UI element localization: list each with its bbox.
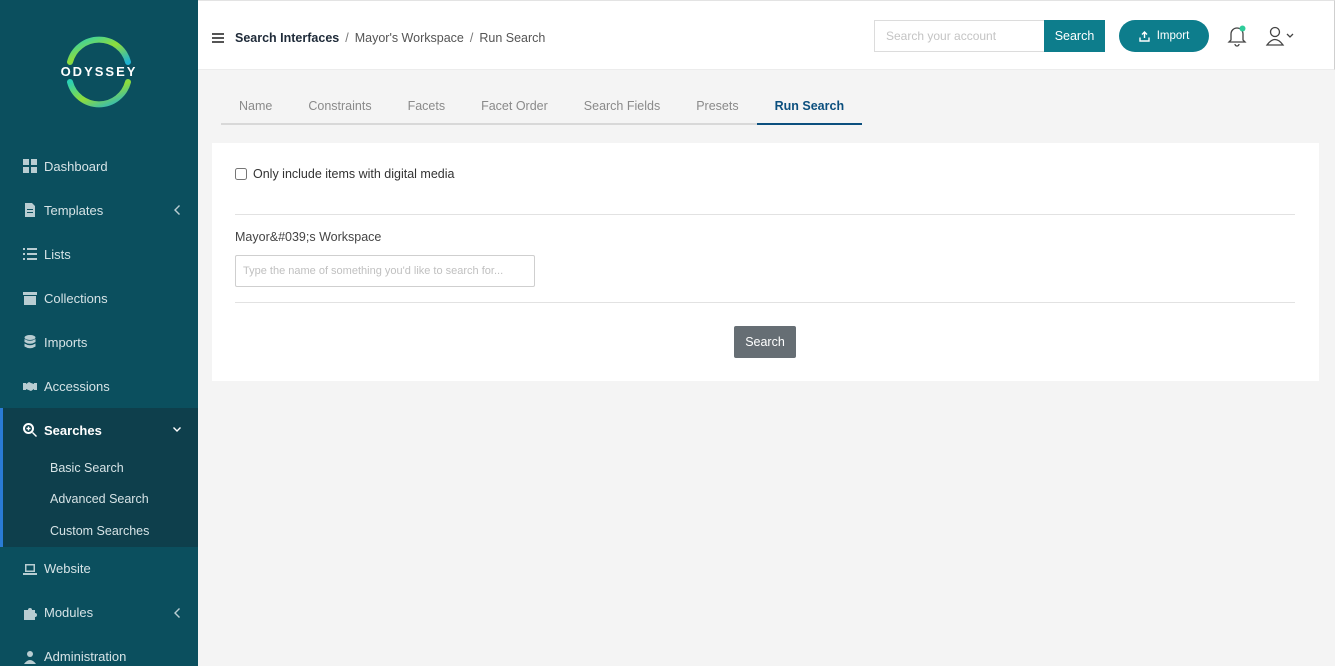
tab-search-fields[interactable]: Search Fields [566, 88, 678, 123]
tab-run-search[interactable]: Run Search [756, 88, 863, 125]
workspace-field-label: Mayor&#039;s Workspace [235, 230, 382, 244]
dashboard-icon [22, 158, 38, 174]
run-search-button[interactable]: Search [734, 326, 796, 358]
sidebar-subitem-basic-search[interactable]: Basic Search [3, 452, 198, 484]
digital-media-checkbox[interactable] [235, 168, 247, 180]
import-button-label: Import [1156, 30, 1190, 42]
sidebar-subitem-custom-searches[interactable]: Custom Searches [3, 515, 198, 547]
sidebar-item-searches[interactable]: Searches [3, 408, 198, 452]
breadcrumb-item-run-search: Run Search [479, 31, 546, 45]
digital-media-checkbox-row[interactable]: Only include items with digital media [235, 167, 454, 181]
upload-icon [1139, 30, 1150, 42]
sidebar: ODYSSEY Dashboard Templates Lists Collec… [0, 0, 198, 666]
breadcrumb: Search Interfaces / Mayor's Workspace / Run … [235, 31, 545, 45]
breadcrumb-separator: / [345, 31, 349, 45]
import-button[interactable]: Import [1119, 20, 1209, 52]
logo-text: ODYSSEY [60, 64, 138, 79]
breadcrumb-item-workspace[interactable]: Mayor's Workspace [355, 31, 464, 45]
sidebar-item-imports[interactable]: Imports [0, 320, 198, 364]
sidebar-item-accessions[interactable]: Accessions [0, 364, 198, 408]
chevron-left-icon [172, 606, 182, 620]
tab-constraints[interactable]: Constraints [290, 88, 389, 123]
puzzle-icon [22, 605, 38, 621]
breadcrumb-separator: / [469, 31, 474, 45]
notification-bell-icon[interactable] [1227, 25, 1247, 47]
tab-presets[interactable]: Presets [678, 88, 756, 123]
user-menu-icon[interactable] [1265, 25, 1299, 47]
odyssey-logo[interactable]: ODYSSEY [56, 28, 142, 114]
digital-media-checkbox-label: Only include items with digital media [253, 167, 455, 181]
sidebar-item-label: Collections [44, 290, 108, 306]
laptop-icon [22, 561, 38, 577]
sidebar-item-website[interactable]: Website [0, 547, 198, 591]
user-icon [22, 649, 38, 665]
database-icon [22, 334, 38, 350]
tab-bar: Name Constraints Facets Facet Order Sear… [221, 88, 863, 125]
sidebar-item-administration[interactable]: Administration [0, 635, 198, 666]
sidebar-item-label: Administration [44, 649, 127, 664]
sidebar-item-label: Website [44, 561, 91, 576]
sidebar-item-label: Imports [44, 334, 88, 350]
archive-icon [22, 290, 38, 306]
sidebar-item-label: Modules [44, 605, 94, 620]
sidebar-item-collections[interactable]: Collections [0, 276, 198, 320]
sidebar-item-label: Dashboard [44, 158, 108, 174]
workspace-search-input[interactable] [235, 255, 535, 287]
search-plus-icon [22, 422, 38, 438]
sidebar-subitem-advanced-search[interactable]: Advanced Search [3, 484, 198, 516]
divider [235, 214, 1295, 215]
sidebar-item-label: Accessions [44, 378, 110, 394]
chevron-down-icon [172, 423, 182, 437]
tab-name[interactable]: Name [221, 88, 290, 123]
sidebar-item-modules[interactable]: Modules [0, 591, 198, 635]
sidebar-item-lists[interactable]: Lists [0, 232, 198, 276]
run-search-panel: Only include items with digital media Ma… [212, 143, 1319, 381]
sidebar-item-label: Searches [44, 422, 102, 438]
list-icon [22, 246, 38, 262]
hamburger-menu-icon[interactable] [212, 33, 224, 43]
tab-facets[interactable]: Facets [390, 88, 464, 123]
sidebar-item-label: Lists [44, 246, 71, 262]
breadcrumb-item-search-interfaces[interactable]: Search Interfaces [235, 31, 339, 45]
handshake-icon [22, 378, 38, 394]
sidebar-item-templates[interactable]: Templates [0, 188, 198, 232]
document-icon [22, 202, 38, 218]
chevron-left-icon [172, 203, 182, 217]
tab-facet-order[interactable]: Facet Order [463, 88, 566, 123]
sidebar-nav: Dashboard Templates Lists Collections Im… [0, 144, 198, 666]
sidebar-item-dashboard[interactable]: Dashboard [0, 144, 198, 188]
account-search-button[interactable]: Search [1044, 20, 1105, 52]
sidebar-section-searches: Searches Basic Search Advanced Search Cu… [0, 408, 198, 547]
top-header: Search Interfaces / Mayor's Workspace / Run … [198, 0, 1335, 70]
account-search-input[interactable] [874, 20, 1044, 52]
sidebar-item-label: Templates [44, 202, 104, 218]
divider [235, 302, 1295, 303]
